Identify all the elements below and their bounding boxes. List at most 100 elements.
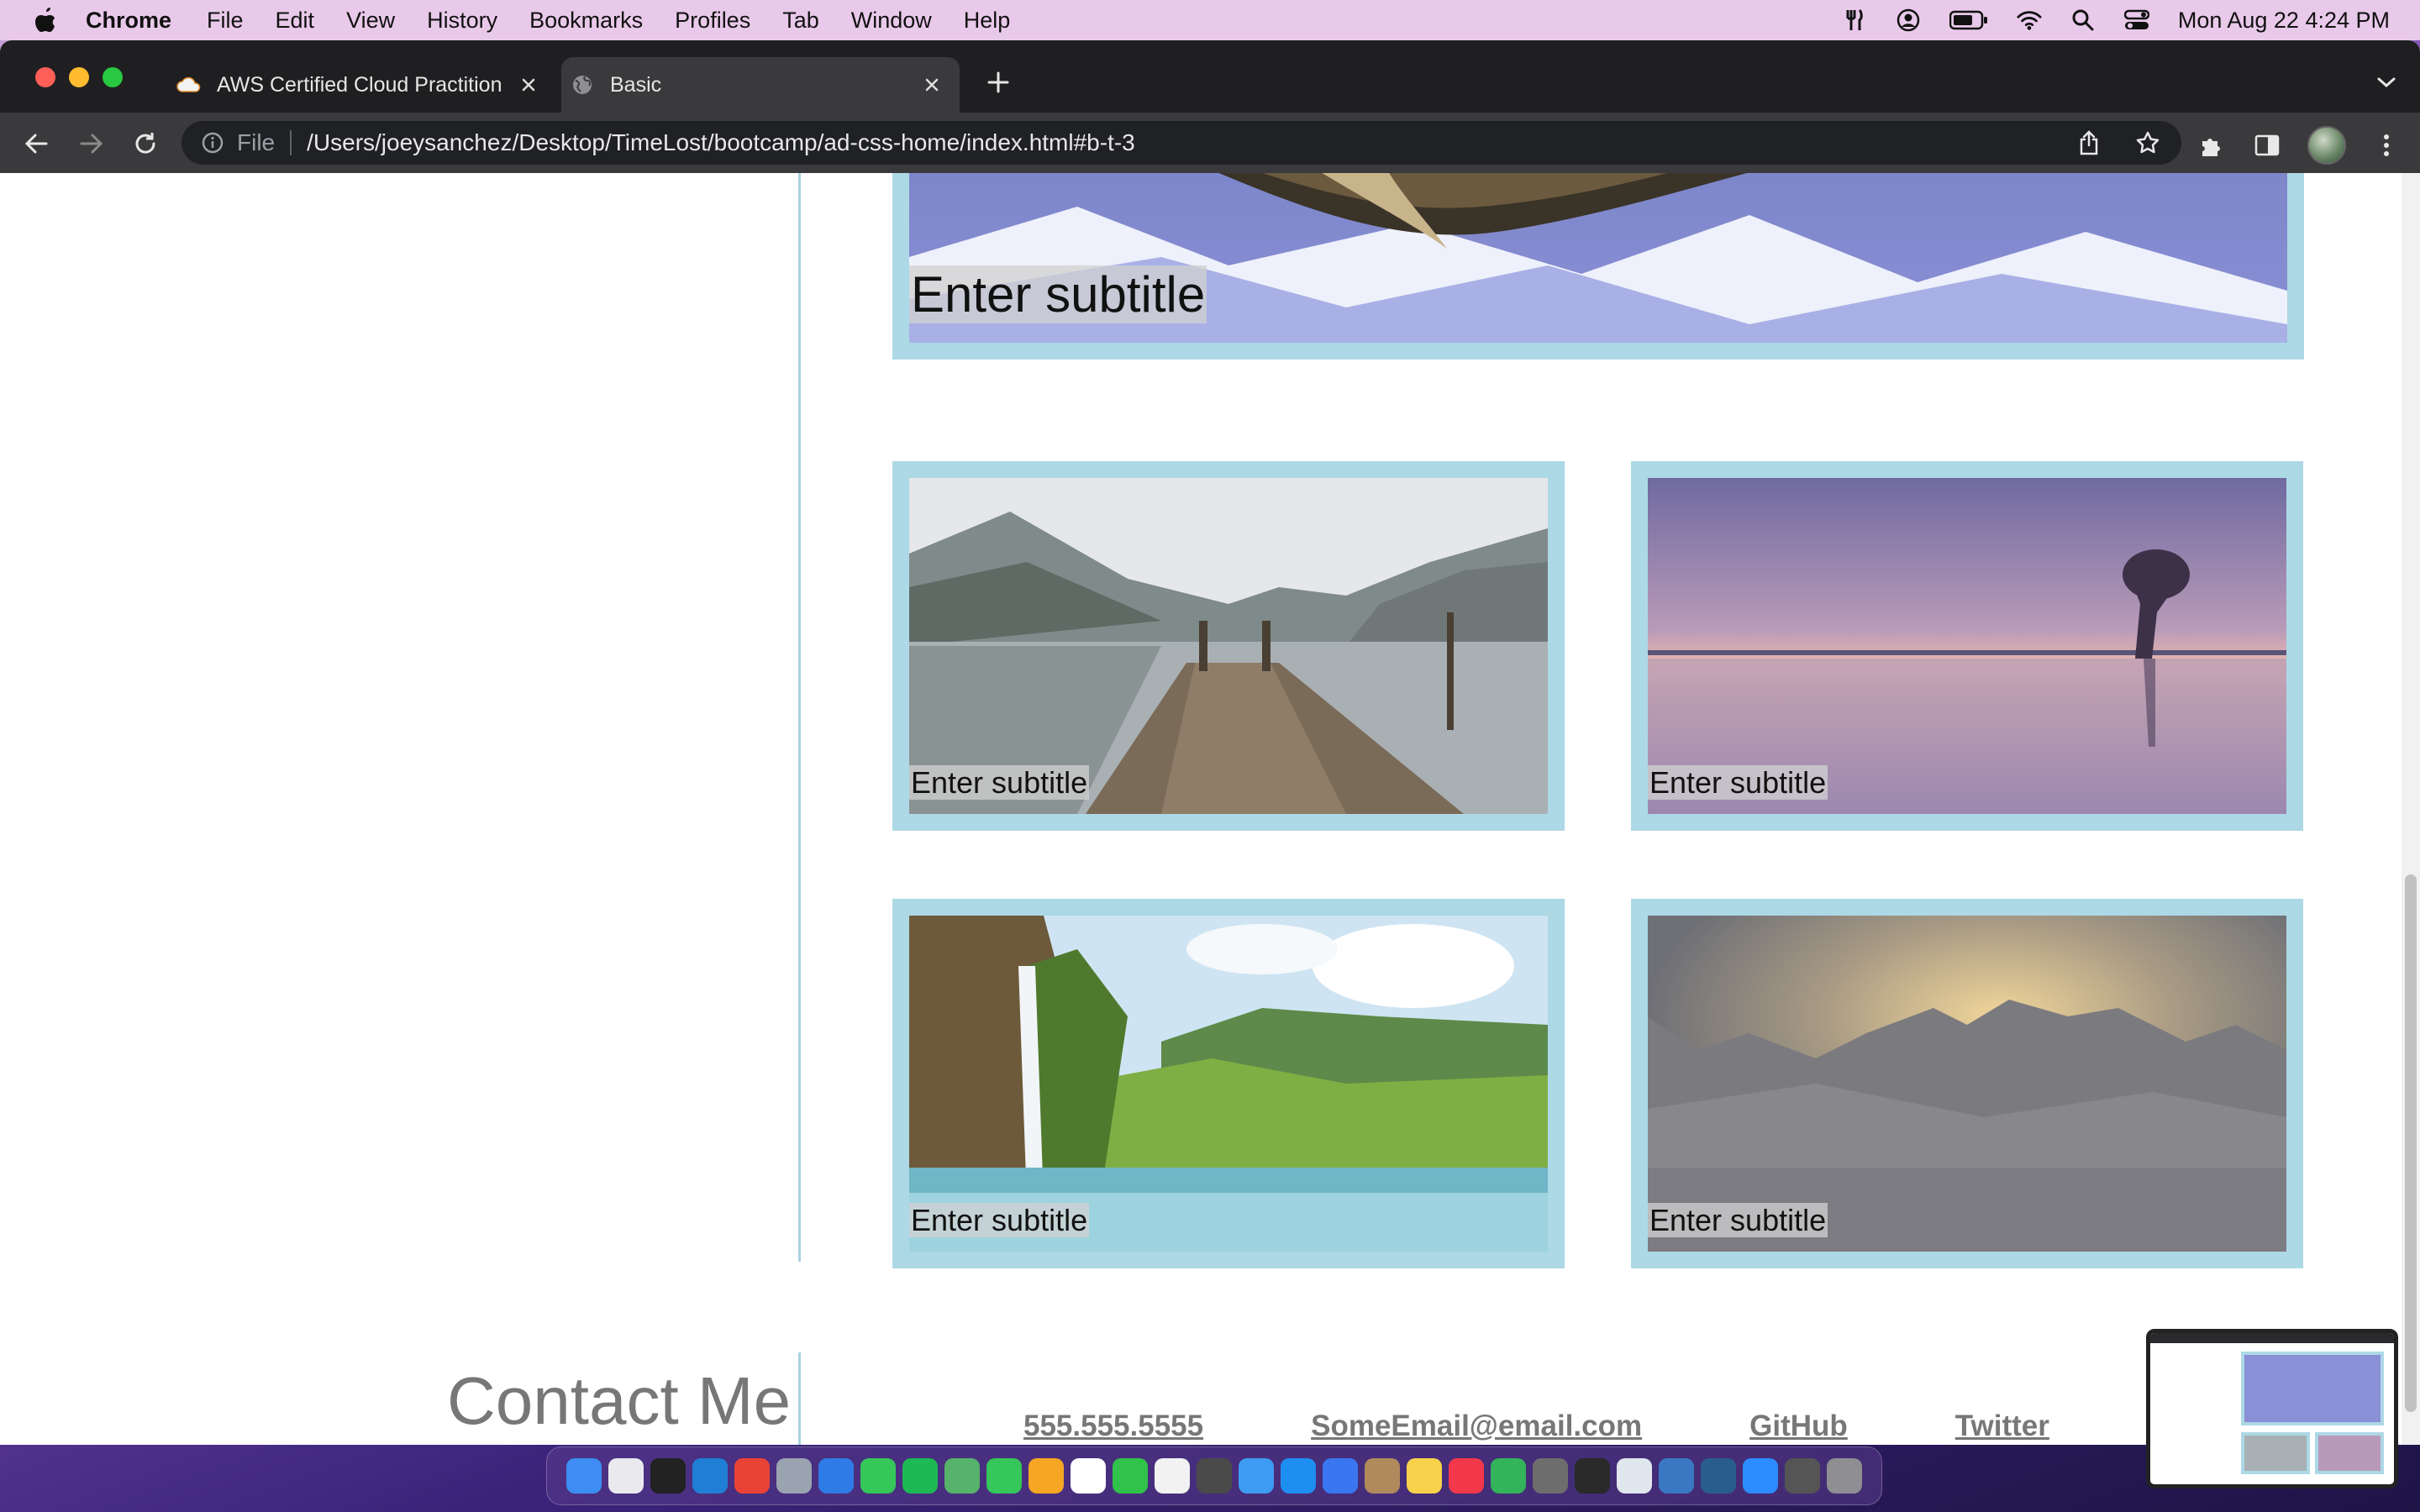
chrome-icon[interactable] [734,1458,770,1494]
downloads-stack-icon[interactable] [1785,1458,1820,1494]
twitter-link[interactable]: Twitter [1955,1410,2049,1443]
zoom-icon[interactable] [1743,1458,1778,1494]
page-scrollbar[interactable] [2402,173,2420,1445]
apple-menu-icon[interactable] [32,6,60,34]
column-divider [798,173,801,1262]
spotify-icon[interactable] [902,1458,938,1494]
address-separator [290,130,292,155]
app-store-icon[interactable] [1281,1458,1316,1494]
extensions-puzzle-icon[interactable] [2196,130,2227,160]
menu-window[interactable]: Window [851,8,932,34]
contact-title: Contact Me [447,1363,792,1438]
card-subtitle: Enter subtitle [909,1203,1090,1238]
notes-icon[interactable] [1407,1458,1442,1494]
mail-icon[interactable] [1239,1458,1274,1494]
disk-utility-icon[interactable] [1533,1458,1568,1494]
globe-icon [570,72,595,97]
mountain-clouds-image [1648,916,2286,1252]
finder-icon[interactable] [566,1458,602,1494]
fork-knife-icon[interactable] [1842,8,1867,33]
forward-arrow-icon[interactable] [76,128,108,160]
browser-window: AWS Certified Cloud Practition Basic Fil… [0,40,2420,1445]
screenshot-thumbnail[interactable] [2146,1329,2398,1488]
menu-bookmarks[interactable]: Bookmarks [529,8,643,34]
close-tab-icon[interactable] [919,72,944,97]
side-panel-icon[interactable] [2252,130,2282,160]
user-account-icon[interactable] [1896,8,1921,33]
back-arrow-icon[interactable] [20,128,52,160]
calculator-icon[interactable] [1197,1458,1232,1494]
more-menu-icon[interactable] [2371,130,2402,160]
menu-file[interactable]: File [207,8,244,34]
contact-links: 555.555.5555 SomeEmail@email.com GitHub … [1023,1410,2176,1443]
contact-divider [798,1352,801,1445]
scrollbar-thumb[interactable] [2405,874,2417,1412]
news-icon[interactable] [1449,1458,1484,1494]
contacts-icon[interactable] [1365,1458,1400,1494]
waterfall-lake-image [909,916,1548,1252]
close-tab-icon[interactable] [516,72,541,97]
maps-icon[interactable] [944,1458,980,1494]
photos-icon[interactable] [1028,1458,1064,1494]
messages-icon[interactable] [860,1458,896,1494]
vscode-icon[interactable] [692,1458,728,1494]
safari-icon[interactable] [818,1458,854,1494]
menu-tab[interactable]: Tab [782,8,819,34]
tab-basic[interactable]: Basic [561,57,960,113]
address-url[interactable]: /Users/joeysanchez/Desktop/TimeLost/boot… [307,129,2074,156]
new-tab-plus-icon[interactable] [981,66,1015,99]
reload-icon[interactable] [129,128,161,160]
reminders-icon[interactable] [1155,1458,1190,1494]
info-icon[interactable] [200,130,225,155]
github-link[interactable]: GitHub [1749,1410,1848,1443]
numbers-icon[interactable] [1491,1458,1526,1494]
simulator-icon[interactable] [1659,1458,1694,1494]
zoom-window-button[interactable] [103,67,123,87]
skype-icon[interactable] [1323,1458,1358,1494]
gallery-card: Enter subtitle [1631,461,2303,831]
xcode-icon[interactable] [1617,1458,1652,1494]
menu-edit[interactable]: Edit [276,8,315,34]
bookmark-star-icon[interactable] [2133,128,2163,158]
card-subtitle: Enter subtitle [1648,765,1828,801]
tab-title: Basic [610,72,662,97]
menu-clock[interactable]: Mon Aug 22 4:24 PM [2178,8,2390,34]
launchpad-icon[interactable] [608,1458,644,1494]
wifi-icon[interactable] [2017,8,2042,33]
find-my-icon[interactable] [986,1458,1022,1494]
macos-menu-bar: Chrome File Edit View History Bookmarks … [0,0,2420,40]
system-preferences-icon[interactable] [776,1458,812,1494]
menu-app-name[interactable]: Chrome [86,8,171,34]
phone-link[interactable]: 555.555.5555 [1023,1410,1203,1443]
tab-aws-certified[interactable]: AWS Certified Cloud Practition [168,57,556,113]
tab-strip: AWS Certified Cloud Practition Basic [0,40,2420,113]
profile-avatar[interactable] [2307,126,2346,165]
address-scheme: File [237,129,276,155]
menu-view[interactable]: View [346,8,395,34]
terminal-icon[interactable] [650,1458,686,1494]
browser-toolbar: File /Users/joeysanchez/Desktop/TimeLost… [0,113,2420,174]
close-window-button[interactable] [35,67,55,87]
menu-help[interactable]: Help [964,8,1011,34]
activity-monitor-icon[interactable] [1575,1458,1610,1494]
minimize-window-button[interactable] [69,67,89,87]
control-center-icon[interactable] [2123,8,2149,33]
email-link[interactable]: SomeEmail@email.com [1311,1410,1642,1443]
trash-icon[interactable] [1827,1458,1862,1494]
battery-icon[interactable] [1949,8,1988,33]
menu-history[interactable]: History [427,8,497,34]
calendar-icon[interactable] [1071,1458,1106,1494]
macos-dock [546,1446,1882,1505]
tab-search-chevron-down-icon[interactable] [2371,67,2402,97]
address-bar[interactable]: File /Users/joeysanchez/Desktop/TimeLost… [182,121,2181,165]
card-subtitle: Enter subtitle [909,765,1090,801]
mysql-workbench-icon[interactable] [1701,1458,1736,1494]
share-icon[interactable] [2074,128,2104,158]
facetime-icon[interactable] [1113,1458,1148,1494]
menu-profiles[interactable]: Profiles [675,8,750,34]
hero-card: Enter subtitle [892,173,2304,360]
gallery-card: Enter subtitle [892,461,1565,831]
gallery-card: Enter subtitle [892,899,1565,1268]
cloud-icon [176,72,202,97]
spotlight-search-icon[interactable] [2070,8,2096,33]
